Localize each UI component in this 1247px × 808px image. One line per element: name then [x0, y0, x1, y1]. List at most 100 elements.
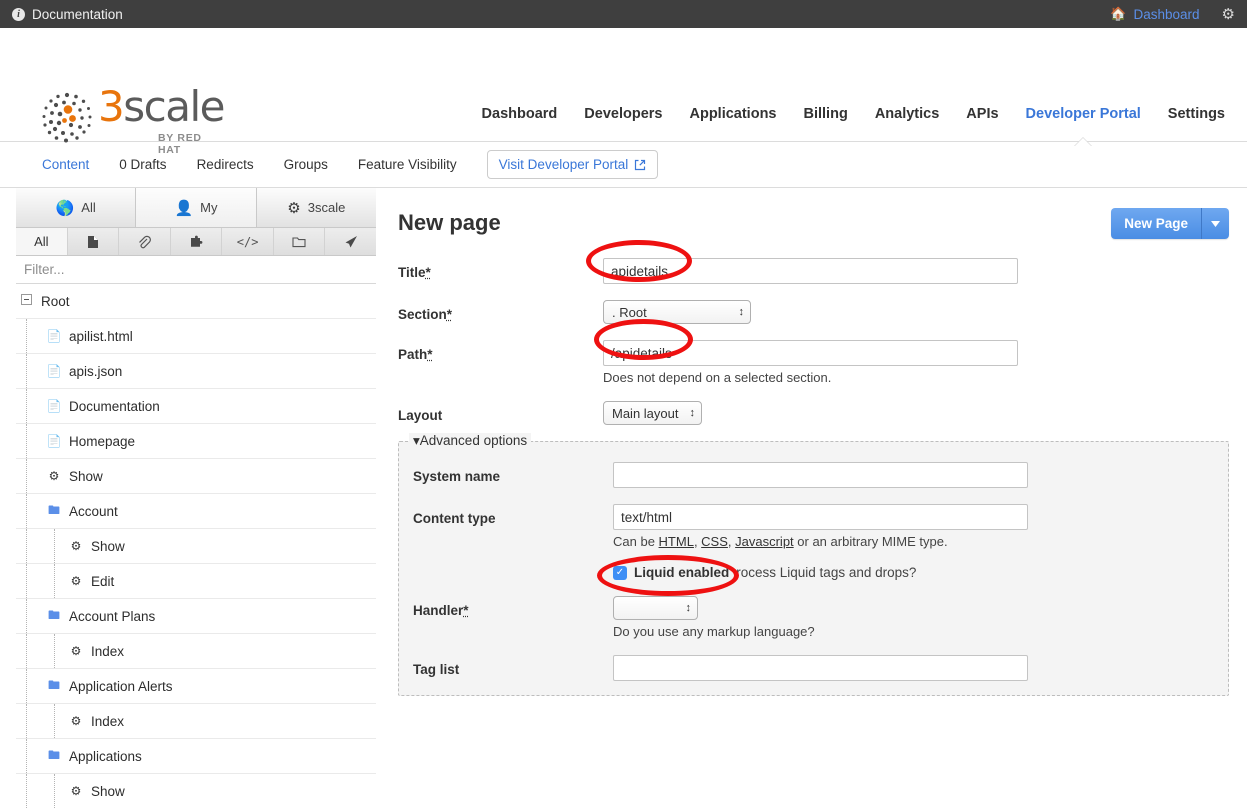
nav-link-apis[interactable]: APIs: [966, 106, 998, 122]
gear-icon: ⚙: [70, 539, 82, 553]
tree-node-label: Application Alerts: [69, 678, 173, 694]
top-bar-title-group: i Documentation: [12, 7, 123, 22]
filter-code[interactable]: </>: [222, 228, 274, 255]
nav-link-developer-portal[interactable]: Developer Portal: [1026, 106, 1141, 122]
filter-folder[interactable]: [274, 228, 326, 255]
sidebar-tab-3scale[interactable]: ⚙ 3scale: [256, 188, 376, 227]
sidebar-tab-my[interactable]: 👤 My: [136, 188, 257, 227]
nav-item-apis[interactable]: APIs: [966, 106, 998, 122]
system-name-input[interactable]: [613, 462, 1028, 488]
handler-select[interactable]: [613, 596, 698, 620]
nav-link-analytics[interactable]: Analytics: [875, 106, 939, 122]
nav-item-settings[interactable]: Settings: [1168, 106, 1225, 122]
page-icon: [87, 235, 98, 248]
hint-link-html[interactable]: HTML: [659, 534, 694, 549]
tree-node-apis-json[interactable]: 📄 apis.json: [16, 354, 376, 389]
new-page-button[interactable]: New Page: [1111, 208, 1202, 239]
hint-link-css[interactable]: CSS: [701, 534, 728, 549]
advanced-options-panel: ▾Advanced options System name Content ty…: [398, 433, 1229, 696]
advanced-options-label: Advanced options: [419, 433, 528, 448]
liquid-enabled-checkbox[interactable]: ✓: [613, 565, 627, 580]
section-select[interactable]: . Root: [603, 300, 751, 324]
subnav-item-redirects[interactable]: Redirects: [197, 157, 254, 172]
page-title: New page: [398, 210, 501, 235]
nav-item-analytics[interactable]: Analytics: [875, 106, 939, 122]
path-input[interactable]: [603, 340, 1018, 366]
rocket-icon: [345, 235, 357, 247]
nav-item-dashboard[interactable]: Dashboard: [482, 106, 558, 122]
tree-node-label: Show: [91, 783, 125, 799]
tree-node-account-plans[interactable]: 🖿 Account Plans: [16, 599, 376, 634]
tree-node-documentation[interactable]: 📄 Documentation: [16, 389, 376, 424]
new-page-dropdown-toggle[interactable]: [1202, 208, 1229, 239]
layout-select[interactable]: Main layout: [603, 401, 702, 425]
nav-item-developer-portal[interactable]: Developer Portal: [1026, 106, 1141, 147]
filter-all[interactable]: All: [16, 228, 68, 255]
folder-icon: [292, 236, 306, 247]
subnav-item-drafts[interactable]: 0 Drafts: [119, 157, 166, 172]
chevron-down-icon: [1211, 220, 1220, 227]
form-row-tag-list: Tag list: [413, 655, 1214, 681]
content-type-input[interactable]: [613, 504, 1028, 530]
nav-item-billing[interactable]: Billing: [804, 106, 848, 122]
tree-node-applications[interactable]: 🖿 Applications: [16, 739, 376, 774]
page-icon: 📄: [46, 329, 62, 343]
advanced-options-toggle[interactable]: ▾Advanced options: [409, 433, 532, 449]
3scale-dots-icon: [42, 92, 92, 143]
tree-node-show-root[interactable]: ⚙ Show: [16, 459, 376, 494]
sidebar-filter-input[interactable]: [16, 256, 376, 284]
label-layout: Layout: [398, 408, 443, 423]
required-marker: *: [425, 265, 431, 280]
nav-link-dashboard[interactable]: Dashboard: [482, 106, 558, 122]
nav-link-applications[interactable]: Applications: [689, 106, 776, 122]
gear-icon: ⚙: [70, 784, 82, 798]
filter-page[interactable]: [68, 228, 120, 255]
tree-node-account-show[interactable]: ⚙ Show: [16, 529, 376, 564]
sidebar-tab-all[interactable]: 🌎 All: [16, 188, 137, 227]
control-tag-list: [613, 655, 1214, 681]
tree-node-applications-show[interactable]: ⚙ Show: [16, 774, 376, 808]
collapse-box-icon[interactable]: [18, 294, 34, 308]
tree-node-root[interactable]: Root: [16, 284, 376, 319]
nav-link-billing[interactable]: Billing: [804, 106, 848, 122]
filter-attachment[interactable]: [119, 228, 171, 255]
subnav-item-groups[interactable]: Groups: [284, 157, 328, 172]
tag-list-input[interactable]: [613, 655, 1028, 681]
subnav-item-content[interactable]: Content: [42, 157, 89, 172]
tree-node-application-alerts-index[interactable]: ⚙ Index: [16, 704, 376, 739]
nav-link-settings[interactable]: Settings: [1168, 106, 1225, 122]
left-margin-spacer: [0, 188, 16, 807]
tree-node-account-plans-index[interactable]: ⚙ Index: [16, 634, 376, 669]
brand-logo[interactable]: 3scale BY RED HAT: [40, 86, 225, 156]
gear-icon: ⚙: [48, 469, 60, 483]
nav-item-applications[interactable]: Applications: [689, 106, 776, 122]
tree-node-apilist[interactable]: 📄 apilist.html: [16, 319, 376, 354]
folder-icon: 🖿: [47, 747, 60, 762]
new-page-button-group: New Page: [1111, 208, 1229, 239]
folder-icon: 🖿: [47, 607, 60, 622]
hint-link-javascript[interactable]: Javascript: [735, 534, 794, 549]
form-row-path: Path* Does not depend on a selected sect…: [398, 340, 1229, 385]
brand-three: 3: [98, 82, 125, 131]
filter-layout[interactable]: [325, 228, 376, 255]
tree-node-account-edit[interactable]: ⚙ Edit: [16, 564, 376, 599]
tree-node-label: Show: [69, 468, 103, 484]
nav-link-developers[interactable]: Developers: [584, 106, 662, 122]
top-bar-dashboard-link[interactable]: 🏠 Dashboard: [1110, 6, 1199, 22]
gear-icon[interactable]: ⚙: [1222, 5, 1235, 23]
title-input[interactable]: [603, 258, 1018, 284]
form-row-liquid: ✓ Liquid enabled rocess Liquid tags and …: [413, 565, 1214, 580]
filter-partial[interactable]: [171, 228, 223, 255]
tree-node-application-alerts[interactable]: 🖿 Application Alerts: [16, 669, 376, 704]
hint-prefix: Can be: [613, 534, 659, 549]
subnav-item-feature-visibility[interactable]: Feature Visibility: [358, 157, 457, 172]
gear-icon: ⚙: [70, 574, 82, 588]
visit-developer-portal-button[interactable]: Visit Developer Portal: [486, 150, 659, 179]
tree-node-account[interactable]: 🖿 Account: [16, 494, 376, 529]
form-row-title: Title*: [398, 258, 1229, 284]
nav-item-developers[interactable]: Developers: [584, 106, 662, 122]
tree-node-homepage[interactable]: 📄 Homepage: [16, 424, 376, 459]
gear-icon: ⚙: [287, 199, 301, 217]
paperclip-icon: [139, 235, 152, 248]
label-content-type: Content type: [413, 511, 496, 526]
